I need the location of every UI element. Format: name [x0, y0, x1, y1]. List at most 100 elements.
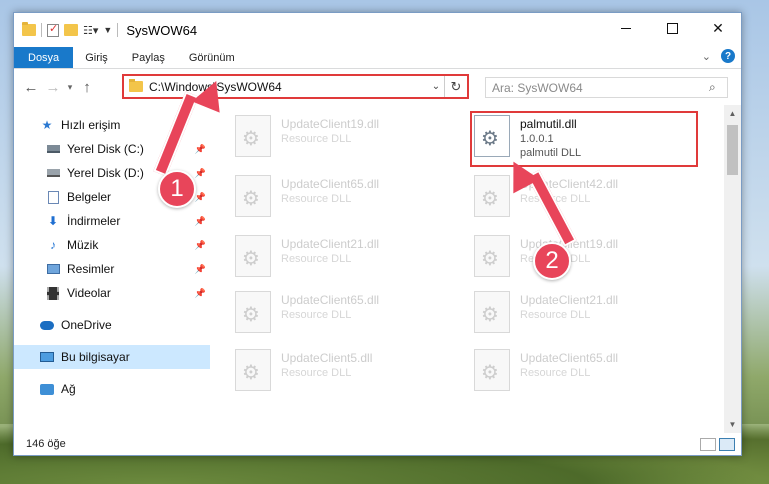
customize-toolbar-icon[interactable]: ▼ — [103, 25, 112, 35]
new-folder-icon[interactable] — [64, 24, 78, 36]
file-tile[interactable]: UpdateClient65.dll Resource DLL — [235, 287, 463, 345]
drive-icon — [46, 166, 60, 180]
recent-locations-chevron-icon[interactable]: ▾ — [64, 82, 76, 93]
file-tile[interactable]: UpdateClient21.dll Resource DLL — [474, 287, 702, 345]
pin-icon[interactable]: 📌 — [195, 216, 206, 227]
view-options-icon[interactable]: ☷▾ — [83, 24, 98, 37]
dll-file-icon — [235, 175, 271, 217]
minimize-button[interactable] — [603, 13, 649, 43]
sidebar-item-label: OneDrive — [61, 318, 112, 332]
sidebar-item-label: Resimler — [67, 262, 115, 276]
file-type: Resource DLL — [520, 193, 591, 205]
up-arrow-icon[interactable]: ↑ — [76, 79, 98, 96]
tab-home[interactable]: Giriş — [73, 47, 120, 68]
ribbon-tabs: Dosya Giriş Paylaş Görünüm ⌄ ? — [14, 47, 741, 69]
star-icon: ★ — [41, 118, 53, 132]
search-input[interactable] — [492, 80, 709, 95]
toolbar-divider — [117, 23, 119, 37]
pin-icon[interactable]: 📌 — [195, 288, 206, 299]
sidebar-item-this-pc[interactable]: Bu bilgisayar — [14, 345, 210, 369]
vertical-scrollbar[interactable]: ▲ ▼ — [724, 105, 741, 433]
step-badge-2: 2 — [533, 242, 571, 280]
sidebar-item-label: İndirmeler — [67, 214, 121, 228]
toolbar-divider — [41, 23, 42, 37]
file-tile[interactable]: UpdateClient21.dll Resource DLL — [235, 231, 463, 289]
sidebar-item-videos[interactable]: Videolar 📌 — [14, 281, 210, 305]
file-tile[interactable]: UpdateClient5.dll Resource DLL — [235, 345, 463, 403]
scroll-down-icon[interactable]: ▼ — [724, 416, 741, 433]
sidebar-item-music[interactable]: ♪ Müzik 📌 — [14, 233, 210, 257]
sidebar-item-downloads[interactable]: ⬇ İndirmeler 📌 — [14, 209, 210, 233]
dll-file-icon — [235, 291, 271, 333]
dll-file-icon — [474, 175, 510, 217]
sidebar-item-label: Yerel Disk (C:) — [67, 142, 144, 156]
sidebar-item-label: Müzik — [67, 238, 99, 252]
file-name: UpdateClient21.dll — [281, 237, 380, 251]
sidebar-item-label: Belgeler — [67, 190, 112, 204]
maximize-button[interactable] — [649, 13, 695, 43]
navigation-bar: ← → ▾ ↑ C:\Windows\SysWOW64 ⌄ ↻ ⌕ — [14, 69, 741, 105]
ribbon-right-controls: ⌄ ? — [702, 49, 735, 63]
sidebar-item-onedrive[interactable]: OneDrive — [14, 313, 210, 337]
file-name: UpdateClient65.dll — [281, 177, 380, 191]
sidebar-item-network[interactable]: Ağ — [14, 377, 210, 401]
file-type: Resource DLL — [281, 133, 352, 145]
tiles-view-icon[interactable] — [719, 437, 735, 451]
sidebar-item-label: Hızlı erişim — [61, 118, 121, 132]
scroll-up-icon[interactable]: ▲ — [724, 105, 741, 122]
address-dropdown-icon[interactable]: ⌄ — [428, 81, 444, 92]
file-name: UpdateClient5.dll — [281, 351, 373, 365]
dll-file-icon — [235, 115, 271, 157]
file-tile[interactable]: UpdateClient65.dll Resource DLL — [235, 171, 463, 229]
sidebar-item-label: Bu bilgisayar — [61, 350, 130, 364]
forward-arrow-icon[interactable]: → — [42, 79, 64, 96]
search-icon[interactable]: ⌕ — [709, 80, 727, 95]
title-bar: ☷▾ ▼ SysWOW64 ✕ — [14, 13, 741, 47]
search-box[interactable]: ⌕ — [485, 77, 728, 98]
tab-view[interactable]: Görünüm — [177, 47, 247, 68]
file-tile[interactable]: UpdateClient19.dllResource DLL — [474, 231, 702, 289]
tab-share[interactable]: Paylaş — [120, 47, 177, 68]
documents-icon — [46, 190, 60, 204]
file-tile[interactable]: UpdateClient65.dll Resource DLL — [474, 345, 702, 403]
network-icon — [40, 382, 54, 396]
file-tile[interactable]: UpdateClient19.dllResource DLL — [235, 111, 463, 169]
sidebar-item-pictures[interactable]: Resimler 📌 — [14, 257, 210, 281]
file-type: Resource DLL — [281, 253, 352, 265]
address-path[interactable]: C:\Windows\SysWOW64 — [149, 80, 428, 94]
downloads-icon: ⬇ — [47, 214, 59, 228]
details-view-icon[interactable] — [700, 437, 716, 451]
folder-icon — [22, 22, 36, 36]
tab-file[interactable]: Dosya — [14, 47, 74, 68]
pin-icon[interactable]: 📌 — [195, 240, 206, 251]
scrollbar-thumb[interactable] — [727, 125, 738, 175]
file-type: Resource DLL — [281, 367, 352, 379]
expand-ribbon-icon[interactable]: ⌄ — [702, 50, 711, 63]
highlight-box — [470, 111, 698, 167]
dll-file-icon — [474, 291, 510, 333]
window-title: SysWOW64 — [126, 22, 198, 38]
cloud-icon — [40, 318, 54, 332]
help-icon[interactable]: ? — [721, 49, 735, 63]
properties-icon[interactable] — [47, 22, 59, 37]
file-name: UpdateClient65.dll — [520, 351, 619, 365]
pin-icon[interactable]: 📌 — [195, 168, 206, 179]
close-button[interactable]: ✕ — [695, 13, 741, 43]
address-bar[interactable]: C:\Windows\SysWOW64 ⌄ ↻ — [122, 74, 469, 99]
sidebar-item-label: Ağ — [61, 382, 76, 396]
pin-icon[interactable]: 📌 — [195, 264, 206, 275]
drive-icon — [46, 142, 60, 156]
back-arrow-icon[interactable]: ← — [20, 79, 42, 96]
pin-icon[interactable]: 📌 — [195, 144, 206, 155]
file-type: Resource DLL — [520, 309, 591, 321]
music-icon: ♪ — [50, 238, 56, 252]
status-bar: 146 öğe — [14, 433, 741, 455]
navigation-pane: ★ Hızlı erişim Yerel Disk (C:) 📌 Yerel D… — [14, 105, 210, 433]
sidebar-item-label: Videolar — [67, 286, 111, 300]
file-name: UpdateClient65.dll — [281, 293, 380, 307]
pin-icon[interactable]: 📌 — [195, 192, 206, 203]
window-controls: ✕ — [603, 13, 741, 43]
refresh-icon[interactable]: ↻ — [445, 79, 467, 95]
dll-file-icon — [235, 235, 271, 277]
